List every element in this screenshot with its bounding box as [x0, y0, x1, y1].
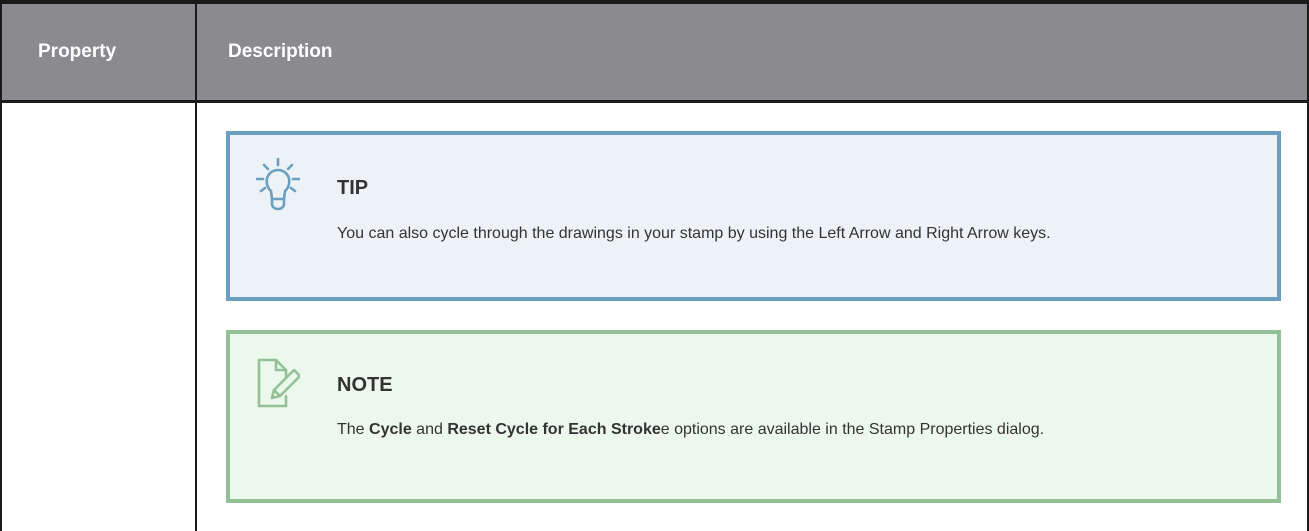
- tip-callout: TIP You can also cycle through the drawi…: [226, 131, 1281, 301]
- note-bold-reset-cycle: Reset Cycle for Each Stroke: [447, 421, 661, 438]
- note-callout: NOTE The Cycle and Reset Cycle for Each …: [226, 330, 1281, 503]
- lightbulb-icon: [256, 157, 300, 211]
- table-header-row: Property Description: [2, 4, 1307, 103]
- tip-text: You can also cycle through the drawings …: [337, 225, 1051, 242]
- note-pencil-icon: [257, 358, 300, 408]
- header-property: Property: [38, 41, 117, 62]
- note-title: NOTE: [337, 374, 393, 396]
- note-bold-cycle: Cycle: [369, 421, 412, 438]
- properties-table: Property Description TIP You can also cy…: [0, 0, 1309, 531]
- note-text: The Cycle and Reset Cycle for Each Strok…: [337, 415, 1237, 444]
- header-description: Description: [228, 41, 333, 62]
- note-text-part1: The: [337, 421, 370, 438]
- note-text-part2: and: [411, 421, 448, 438]
- note-text-part3: e options are available in the Stamp Pro…: [660, 421, 1045, 438]
- tip-title: TIP: [337, 177, 369, 199]
- table-row: TIP You can also cycle through the drawi…: [2, 103, 1307, 531]
